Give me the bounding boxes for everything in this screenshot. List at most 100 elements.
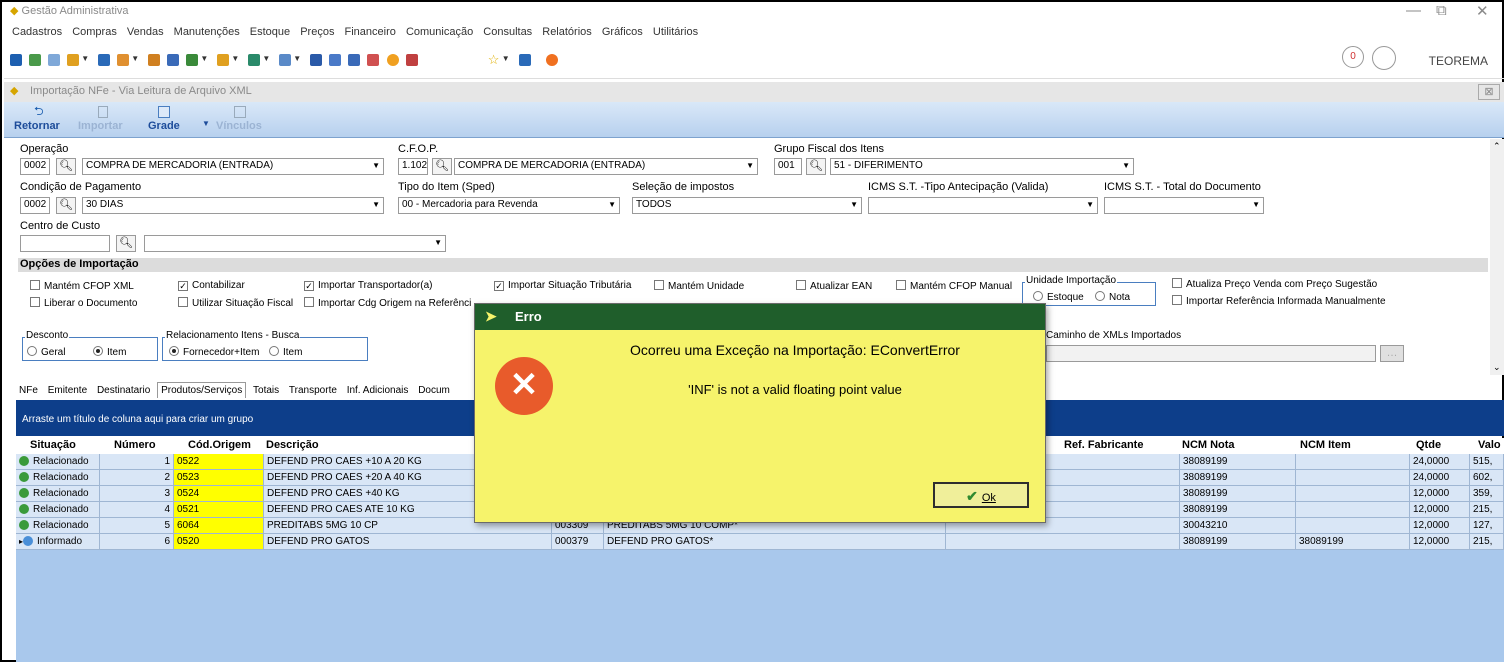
grupo-fiscal-code-input[interactable]: 001 xyxy=(774,158,802,175)
col-ref-fabricante[interactable]: Ref. Fabricante xyxy=(1064,439,1143,451)
document-icon[interactable] xyxy=(10,54,22,66)
maximize-button[interactable]: ⧉ xyxy=(1436,2,1447,19)
browse-button[interactable]: … xyxy=(1380,345,1404,362)
menu-relatorios[interactable]: Relatórios xyxy=(542,26,592,38)
cond-pagamento-select[interactable]: 30 DIAS xyxy=(82,197,384,214)
cell-qtde[interactable]: 24,0000 xyxy=(1410,470,1470,486)
cell-cod[interactable]: 6064 xyxy=(174,518,264,534)
mantem-unidade-checkbox[interactable]: Mantém Unidade xyxy=(654,280,744,292)
tab-inf-adicionais[interactable]: Inf. Adicionais xyxy=(344,383,412,398)
cell-qtde[interactable]: 24,0000 xyxy=(1410,454,1470,470)
users-icon[interactable] xyxy=(29,54,42,66)
cell-cod[interactable]: 0524 xyxy=(174,486,264,502)
icms-st-tipo-select[interactable] xyxy=(868,197,1098,214)
menu-compras[interactable]: Compras xyxy=(72,26,117,38)
cell-cod[interactable]: 0523 xyxy=(174,470,264,486)
cell-valor[interactable]: 602, xyxy=(1470,470,1504,486)
cell-ncm_nota[interactable]: 38089199 xyxy=(1180,534,1296,550)
centro-custo-select[interactable] xyxy=(144,235,446,252)
subwindow-close-button[interactable]: ⊠ xyxy=(1478,84,1500,100)
report-icon[interactable] xyxy=(310,54,323,66)
printer-icon[interactable] xyxy=(279,54,292,66)
minimize-button[interactable]: — xyxy=(1406,2,1421,19)
cell-ref[interactable] xyxy=(946,534,1180,550)
tab-emitente[interactable]: Emitente xyxy=(45,383,90,398)
dropdown-arrow-icon[interactable]: ▼ xyxy=(202,119,210,128)
col-numero[interactable]: Número xyxy=(114,439,156,451)
trolley-icon[interactable] xyxy=(186,54,199,66)
star-icon[interactable]: ☆ xyxy=(488,53,500,66)
close-button[interactable]: ✕ xyxy=(1476,2,1489,20)
cell-descricao[interactable]: DEFEND PRO GATOS xyxy=(264,534,552,550)
tab-documentos[interactable]: Docum xyxy=(415,383,453,398)
cond-pagamento-code-input[interactable]: 0002 xyxy=(20,197,50,214)
mantem-cfop-manual-checkbox[interactable]: Mantém CFOP Manual xyxy=(896,280,1012,292)
col-cod-origem[interactable]: Cód.Origem xyxy=(188,439,251,451)
tab-totais[interactable]: Totais xyxy=(250,383,282,398)
cart-icon[interactable] xyxy=(67,54,80,66)
search-doc-icon[interactable] xyxy=(405,54,418,66)
cell-qtde[interactable]: 12,0000 xyxy=(1410,486,1470,502)
tab-transporte[interactable]: Transporte xyxy=(286,383,340,398)
cell-situacao[interactable]: Relacionado xyxy=(16,486,100,502)
window-icon[interactable] xyxy=(518,54,531,66)
email-icon[interactable] xyxy=(367,54,380,66)
cell-ncm_item[interactable] xyxy=(1296,486,1410,502)
card-icon[interactable] xyxy=(48,54,61,66)
box-icon[interactable] xyxy=(98,54,111,66)
importar-transportador-checkbox[interactable]: ✓ Importar Transportador(a) xyxy=(304,280,433,291)
cell-ncm_item[interactable] xyxy=(1296,454,1410,470)
operacao-code-input[interactable]: 0002 xyxy=(20,158,50,175)
centro-custo-search-icon[interactable]: 🔍︎ xyxy=(116,235,136,252)
vinculos-button[interactable]: Vínculos xyxy=(216,120,262,132)
scroll-up-icon[interactable]: ⌃ xyxy=(1493,141,1501,152)
menu-estoque[interactable]: Estoque xyxy=(250,26,290,38)
dropdown-arrow-icon[interactable]: ▼ xyxy=(131,54,139,63)
cell-numero[interactable]: 2 xyxy=(100,470,174,486)
operacao-select[interactable]: COMPRA DE MERCADORIA (ENTRADA) xyxy=(82,158,384,175)
cell-valor[interactable]: 127, xyxy=(1470,518,1504,534)
dropdown-arrow-icon[interactable]: ▼ xyxy=(502,54,510,63)
col-descricao[interactable]: Descrição xyxy=(266,439,319,451)
atualizar-ean-checkbox[interactable]: Atualizar EAN xyxy=(796,280,872,292)
menu-consultas[interactable]: Consultas xyxy=(483,26,532,38)
money-icon[interactable] xyxy=(248,54,261,66)
cell-ncm_item[interactable]: 38089199 xyxy=(1296,534,1410,550)
menu-vendas[interactable]: Vendas xyxy=(127,26,164,38)
cell-situacao[interactable]: Relacionado xyxy=(16,518,100,534)
cell-qtde[interactable]: 12,0000 xyxy=(1410,518,1470,534)
cfop-code-input[interactable]: 1.102 xyxy=(398,158,428,175)
col-ncm-item[interactable]: NCM Item xyxy=(1300,439,1351,451)
tools-icon[interactable] xyxy=(117,54,130,66)
importar-cdg-origem-checkbox[interactable]: Importar Cdg Origem na Referênci xyxy=(304,297,471,309)
col-ncm-nota[interactable]: NCM Nota xyxy=(1182,439,1235,451)
person-icon[interactable] xyxy=(148,54,161,66)
importar-referencia-checkbox[interactable]: Importar Referência Informada Manualment… xyxy=(1172,295,1386,307)
calculator-icon[interactable] xyxy=(329,54,342,66)
cell-valor[interactable]: 215, xyxy=(1470,534,1504,550)
cell-cod2[interactable]: 000379 xyxy=(552,534,604,550)
importar-button[interactable]: Importar xyxy=(78,120,123,132)
contabilizar-checkbox[interactable]: ✓ Contabilizar xyxy=(178,280,245,291)
grade-button[interactable]: Grade xyxy=(148,120,180,132)
cell-situacao[interactable]: Relacionado xyxy=(16,454,100,470)
retornar-button[interactable]: Retornar xyxy=(14,120,60,132)
menu-utilitarios[interactable]: Utilitários xyxy=(653,26,698,38)
building-icon[interactable] xyxy=(167,54,180,66)
notification-bell-icon[interactable]: 0 xyxy=(1342,46,1364,68)
fornecedor-item-radio[interactable]: Fornecedor+Item xyxy=(169,346,259,358)
cell-qtde[interactable]: 12,0000 xyxy=(1410,534,1470,550)
cell-cod[interactable]: 0521 xyxy=(174,502,264,518)
dropdown-arrow-icon[interactable]: ▼ xyxy=(200,54,208,63)
cell-ncm_nota[interactable]: 38089199 xyxy=(1180,454,1296,470)
table-row[interactable]: ▸ Informado 6 0520 DEFEND PRO GATOS 000379 DEF… xyxy=(16,534,1504,550)
selecao-impostos-select[interactable]: TODOS xyxy=(632,197,862,214)
menu-precos[interactable]: Preços xyxy=(300,26,334,38)
dropdown-arrow-icon[interactable]: ▼ xyxy=(293,54,301,63)
cell-valor[interactable]: 359, xyxy=(1470,486,1504,502)
form-scrollbar[interactable]: ⌃ ⌄ xyxy=(1490,139,1504,375)
atualiza-preco-checkbox[interactable]: Atualiza Preço Venda com Preço Sugestão xyxy=(1172,278,1377,290)
cell-numero[interactable]: 1 xyxy=(100,454,174,470)
chart-icon[interactable] xyxy=(348,54,361,66)
cell-numero[interactable]: 4 xyxy=(100,502,174,518)
